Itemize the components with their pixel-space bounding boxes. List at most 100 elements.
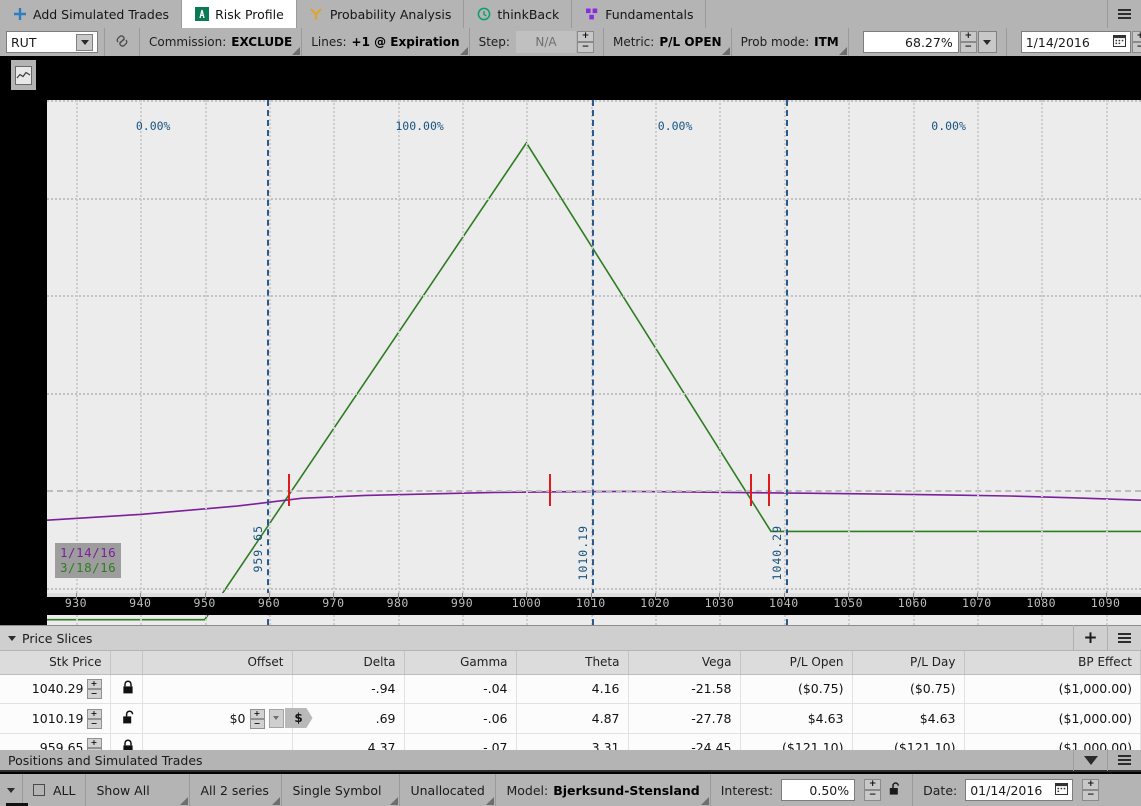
stk-price-stepper[interactable]: +− (86, 708, 102, 729)
interest-label: Interest: (720, 782, 774, 798)
metric-setting[interactable]: Metric: P/L OPEN (604, 28, 732, 56)
step-stepper[interactable]: + − (576, 31, 594, 53)
col-gamma[interactable]: Gamma (404, 651, 517, 675)
positions-collapse-button[interactable] (1073, 749, 1107, 771)
col-delta[interactable]: Delta (292, 651, 405, 675)
calendar-icon[interactable] (1112, 34, 1126, 50)
interest-stepper[interactable]: + − (864, 779, 882, 801)
col-theta[interactable]: Theta (516, 651, 629, 675)
bottom-date-field[interactable]: Date: 01/14/2016 + − (913, 774, 1109, 806)
stk-price-stepper[interactable]: +− (86, 679, 102, 699)
positions-menu-button[interactable] (1107, 749, 1141, 771)
interest-field[interactable]: Interest: 0.50% + − (711, 774, 914, 806)
col-bp-effect[interactable]: BP Effect (964, 651, 1141, 675)
tab-bar-menu-button[interactable] (1108, 0, 1141, 28)
offset-stepper[interactable]: + − (249, 708, 265, 729)
chart-legend: 1/14/16 3/18/16 (55, 543, 122, 578)
price-slices-title-group[interactable]: Price Slices (0, 631, 92, 646)
tab-fundamentals[interactable]: Fundamentals (572, 0, 707, 28)
bottom-date-input[interactable]: 01/14/2016 (965, 779, 1074, 801)
commission-label: Commission: (149, 35, 227, 49)
price-slices-title: Price Slices (22, 630, 93, 646)
allocation-filter[interactable]: Unallocated (400, 774, 497, 806)
tab-probability-analysis[interactable]: Probability Analysis (297, 0, 465, 28)
symbol-dropdown-button[interactable] (76, 33, 93, 51)
table-row[interactable]: 1010.19 + − $ $0 + − .69 -.06 4.87 -27.78 $4.63 $4.6… (0, 703, 1141, 734)
tab-thinkback[interactable]: thinkBack (464, 0, 573, 28)
probability-label: 0.00% (135, 119, 171, 133)
col-vega[interactable]: Vega (628, 651, 741, 675)
triangle-down-icon (1083, 755, 1098, 765)
tab-add-simulated-trades[interactable]: Add Simulated Trades (0, 0, 183, 28)
all-checkbox-group[interactable]: ALL (23, 774, 87, 806)
symbol-input-box[interactable]: RUT (6, 31, 98, 53)
all-checkbox[interactable] (33, 784, 45, 796)
symbol-filter[interactable]: Single Symbol (282, 774, 401, 806)
tab-risk-profile[interactable]: Risk Profile (182, 0, 297, 28)
metric-label: Metric: (612, 35, 655, 49)
chart-tool-strip (0, 56, 1141, 95)
lock-open-icon[interactable] (889, 781, 902, 799)
model-selector[interactable]: Model: Bjerksund-Stensland (496, 774, 711, 806)
cell-bp-effect: ($1,000.00) (964, 674, 1141, 704)
lines-setting[interactable]: Lines: +1 @ Expiration (302, 28, 470, 56)
col-pl-open[interactable]: P/L Open (740, 651, 853, 675)
positions-filter-bar: ALL Show All All 2 series Single Symbol … (0, 774, 1141, 806)
lines-value: +1 @ Expiration (351, 35, 460, 49)
tab-bar-spacer (706, 0, 1108, 28)
cell-gamma: -.04 (404, 674, 517, 704)
plus-icon: + (1083, 627, 1098, 648)
date-input[interactable]: 1/14/2016 (1020, 31, 1131, 53)
add-price-slice-button[interactable]: + (1073, 625, 1107, 651)
fundamentals-icon (584, 7, 599, 22)
col-stk-price[interactable]: Stk Price (0, 651, 111, 675)
cell-stk-price[interactable]: 1040.29 + − (0, 674, 111, 704)
probability-value[interactable]: 68.27% (862, 31, 959, 53)
interest-value[interactable]: 0.50% (781, 779, 856, 801)
cell-pl-open: $4.63 (740, 703, 853, 734)
expand-all-button[interactable] (0, 774, 28, 806)
table-row[interactable]: 1040.29 + − -.94 -.04 4.16 -21.58 ($0.75) ($0.75… (0, 674, 1141, 704)
date-field[interactable]: 1/14/2016 + − (1007, 28, 1141, 56)
prob-mode-setting[interactable]: Prob mode: ITM (732, 28, 849, 56)
col-offset[interactable]: Offset (142, 651, 293, 675)
probability-dropdown-button[interactable] (977, 31, 997, 53)
cell-offset[interactable] (142, 674, 293, 704)
cell-pl-open: ($0.75) (740, 674, 853, 704)
price-slices-menu-button[interactable] (1107, 625, 1141, 651)
lock-closed-icon[interactable] (110, 674, 143, 704)
series-filter[interactable]: All 2 series (190, 774, 283, 806)
link-icon (114, 33, 130, 52)
risk-profile-icon (194, 7, 209, 22)
cell-vega: -27.78 (628, 703, 741, 734)
model-value: Bjerksund-Stensland (553, 782, 700, 798)
date-stepper[interactable]: + − (1131, 31, 1141, 53)
lock-open-icon[interactable] (110, 703, 143, 734)
show-all-filter[interactable]: Show All (86, 774, 191, 806)
hamburger-icon (1118, 633, 1131, 643)
trade-marker[interactable] (548, 474, 551, 506)
step-setting[interactable]: Step: N/A + − (470, 28, 604, 56)
chevron-down-icon[interactable] (8, 635, 16, 641)
chart-type-button[interactable] (11, 60, 36, 90)
symbol-filter-label: Single Symbol (292, 782, 382, 798)
probability-field[interactable]: 68.27% + − (849, 28, 1007, 56)
symbol-selector[interactable]: RUT (0, 28, 105, 56)
calendar-icon[interactable] (1055, 782, 1069, 798)
cell-stk-price[interactable]: 1010.19 + − (0, 703, 111, 734)
step-value[interactable]: N/A (515, 31, 576, 53)
offset-dropdown-button[interactable] (268, 708, 284, 728)
link-button[interactable] (105, 28, 140, 56)
cell-bp-effect: ($1,000.00) (964, 703, 1141, 734)
bottom-date-stepper[interactable]: + − (1082, 779, 1100, 801)
probability-stepper[interactable]: + − (959, 31, 977, 53)
trade-marker[interactable] (288, 474, 291, 506)
trade-marker[interactable] (767, 474, 770, 506)
tab-label: Fundamentals (605, 6, 694, 22)
cell-theta: 4.16 (516, 674, 629, 704)
cell-offset[interactable]: $ $0 + − (142, 703, 313, 734)
trade-marker[interactable] (750, 474, 753, 506)
chart-toolbar: RUT Commission: EXCLUDE Lines: +1 @ Expi… (0, 28, 1141, 56)
col-pl-day[interactable]: P/L Day (852, 651, 965, 675)
commission-setting[interactable]: Commission: EXCLUDE (140, 28, 303, 56)
